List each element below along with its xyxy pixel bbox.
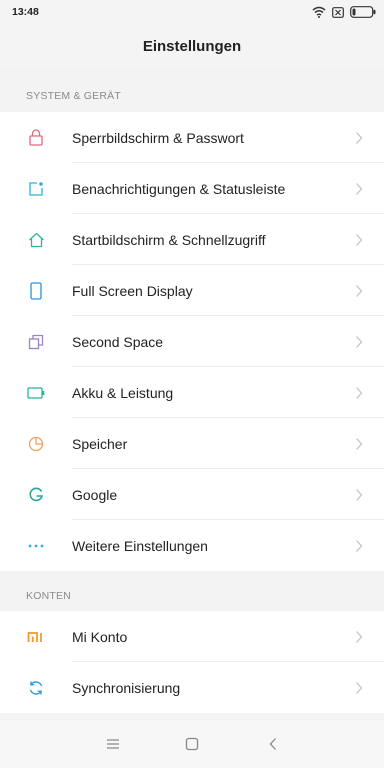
- chevron-right-icon: [356, 539, 363, 552]
- wifi-icon: [312, 6, 326, 18]
- settings-card-system: Sperrbildschirm & Passwort Benachrichtig…: [0, 112, 384, 571]
- settings-item-home-screen[interactable]: Startbildschirm & Schnellzugriff: [0, 214, 384, 265]
- chevron-right-icon: [356, 681, 363, 694]
- battery-icon: [27, 384, 45, 402]
- settings-item-full-screen-display[interactable]: Full Screen Display: [0, 265, 384, 316]
- google-icon: [27, 486, 45, 504]
- settings-item-label: Mi Konto: [72, 628, 128, 645]
- settings-item-lock-screen[interactable]: Sperrbildschirm & Passwort: [0, 112, 384, 163]
- settings-item-notifications[interactable]: Benachrichtigungen & Statusleiste: [0, 163, 384, 214]
- chevron-right-icon: [356, 386, 363, 399]
- notification-icon: [27, 180, 45, 198]
- settings-item-label: Weitere Einstellungen: [72, 537, 208, 554]
- phone-icon: [27, 281, 45, 300]
- settings-item-battery[interactable]: Akku & Leistung: [0, 367, 384, 418]
- mi-logo-icon: [27, 628, 45, 646]
- settings-item-label: Speicher: [72, 435, 128, 452]
- settings-item-sync[interactable]: Synchronisierung: [0, 662, 384, 713]
- sync-icon: [27, 679, 45, 697]
- chevron-right-icon: [356, 437, 363, 450]
- more-icon: [27, 537, 45, 555]
- settings-item-label: Startbildschirm & Schnellzugriff: [72, 231, 266, 248]
- section-title-system: SYSTEM & GERÄT: [26, 90, 121, 102]
- menu-icon[interactable]: [105, 736, 121, 752]
- settings-item-second-space[interactable]: Second Space: [0, 316, 384, 367]
- header: Einstellungen: [0, 26, 384, 68]
- home-icon: [27, 231, 45, 249]
- chevron-right-icon: [356, 335, 363, 348]
- settings-item-storage[interactable]: Speicher: [0, 418, 384, 469]
- home-square-icon[interactable]: [184, 736, 200, 752]
- second-space-icon: [27, 333, 45, 351]
- chevron-right-icon: [356, 182, 363, 195]
- settings-item-label: Benachrichtigungen & Statusleiste: [72, 180, 286, 197]
- lock-icon: [27, 129, 45, 147]
- settings-item-label: Akku & Leistung: [72, 384, 174, 401]
- battery-icon: [350, 6, 376, 18]
- settings-item-label: Google: [72, 486, 118, 503]
- chevron-right-icon: [356, 630, 363, 643]
- settings-item-more-settings[interactable]: Weitere Einstellungen: [0, 520, 384, 571]
- settings-item-mi-account[interactable]: Mi Konto: [0, 611, 384, 662]
- chevron-right-icon: [356, 131, 363, 144]
- chevron-right-icon: [356, 488, 363, 501]
- back-icon[interactable]: [265, 736, 281, 752]
- status-icons: [312, 5, 376, 19]
- navigation-bar: [0, 720, 384, 768]
- chevron-right-icon: [356, 284, 363, 297]
- pie-chart-icon: [27, 435, 45, 453]
- page-title: Einstellungen: [142, 37, 242, 55]
- chevron-right-icon: [356, 233, 363, 246]
- settings-card-accounts: Mi Konto Synchronisierung: [0, 611, 384, 713]
- sim-off-icon: [332, 6, 344, 18]
- settings-item-label: Second Space: [72, 333, 164, 350]
- settings-item-label: Synchronisierung: [72, 679, 181, 696]
- status-time: 13:48: [12, 6, 39, 18]
- settings-item-google[interactable]: Google: [0, 469, 384, 520]
- status-bar: 13:48: [0, 0, 384, 26]
- settings-item-label: Sperrbildschirm & Passwort: [72, 129, 244, 146]
- section-title-accounts: KONTEN: [26, 590, 71, 602]
- settings-item-label: Full Screen Display: [72, 282, 193, 299]
